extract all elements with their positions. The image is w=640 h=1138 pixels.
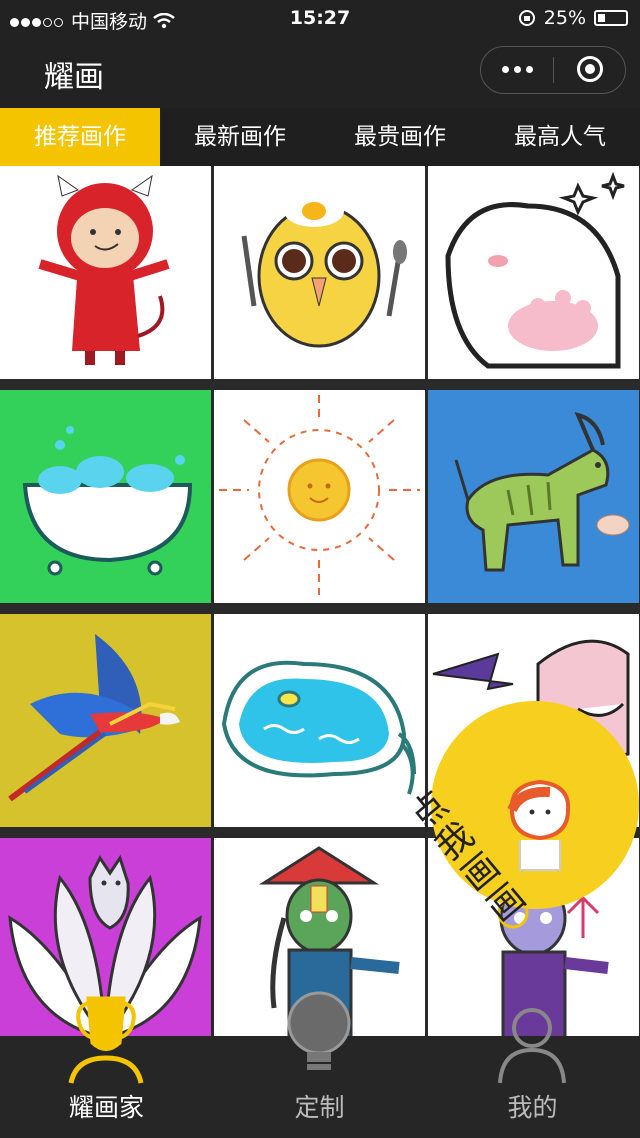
miniprogram-capsule [480, 46, 626, 94]
artwork-card-sun[interactable] [214, 390, 425, 603]
tab-most-popular[interactable]: 最高人气 [480, 108, 640, 166]
red-devil-illustration [38, 174, 170, 365]
trophy-icon [68, 996, 144, 1084]
page-title: 耀画 [44, 60, 104, 95]
artwork-card-green-goat[interactable] [428, 390, 639, 603]
tab-priciest[interactable]: 最贵画作 [320, 108, 480, 166]
sun-illustration [219, 395, 420, 595]
nav-item-painters[interactable]: 耀画家 [0, 996, 213, 1138]
bottom-navigation: 耀画家 定制 我的 [0, 991, 640, 1138]
title-bar: 耀画 [0, 36, 640, 108]
tab-newest[interactable]: 最新画作 [160, 108, 320, 166]
more-icon [501, 66, 509, 73]
nav-item-custom[interactable]: 定制 [213, 991, 426, 1138]
artwork-card-red-devil[interactable] [0, 166, 211, 379]
nav-label-mine: 我的 [507, 1093, 558, 1122]
status-bar: 中国移动 15:27 25% [0, 0, 640, 36]
artwork-card-bathtub[interactable] [0, 390, 211, 603]
lightbulb-icon [287, 991, 351, 1070]
capsule-divider [553, 57, 554, 83]
nav-item-mine[interactable]: 我的 [426, 1008, 639, 1138]
category-tabs: 推荐画作 最新画作 最贵画作 最高人气 [0, 108, 640, 166]
tab-recommended[interactable]: 推荐画作 [0, 108, 160, 166]
green-goat-illustration [454, 412, 630, 572]
nav-label-custom: 定制 [294, 1093, 345, 1122]
close-miniprogram-icon[interactable] [577, 56, 603, 82]
battery-icon [594, 10, 628, 26]
artwork-card-egg-owl[interactable] [214, 166, 425, 379]
bathtub-illustration [22, 426, 193, 576]
artwork-card-white-bear[interactable] [428, 166, 639, 379]
white-bear-illustration [445, 171, 625, 369]
pool-illustration [221, 660, 416, 795]
egg-owl-illustration [241, 195, 407, 348]
draw-floating-button[interactable]: 点我画画 [402, 700, 640, 930]
more-button[interactable] [481, 47, 553, 92]
artwork-card-pool[interactable] [214, 614, 425, 827]
macaw-illustration [8, 634, 180, 802]
rotation-lock-icon [518, 10, 535, 26]
nav-label-painters: 耀画家 [68, 1093, 144, 1122]
profile-icon [498, 1008, 566, 1084]
artwork-card-macaw[interactable] [0, 614, 211, 827]
battery-percent: 25% [543, 7, 586, 29]
